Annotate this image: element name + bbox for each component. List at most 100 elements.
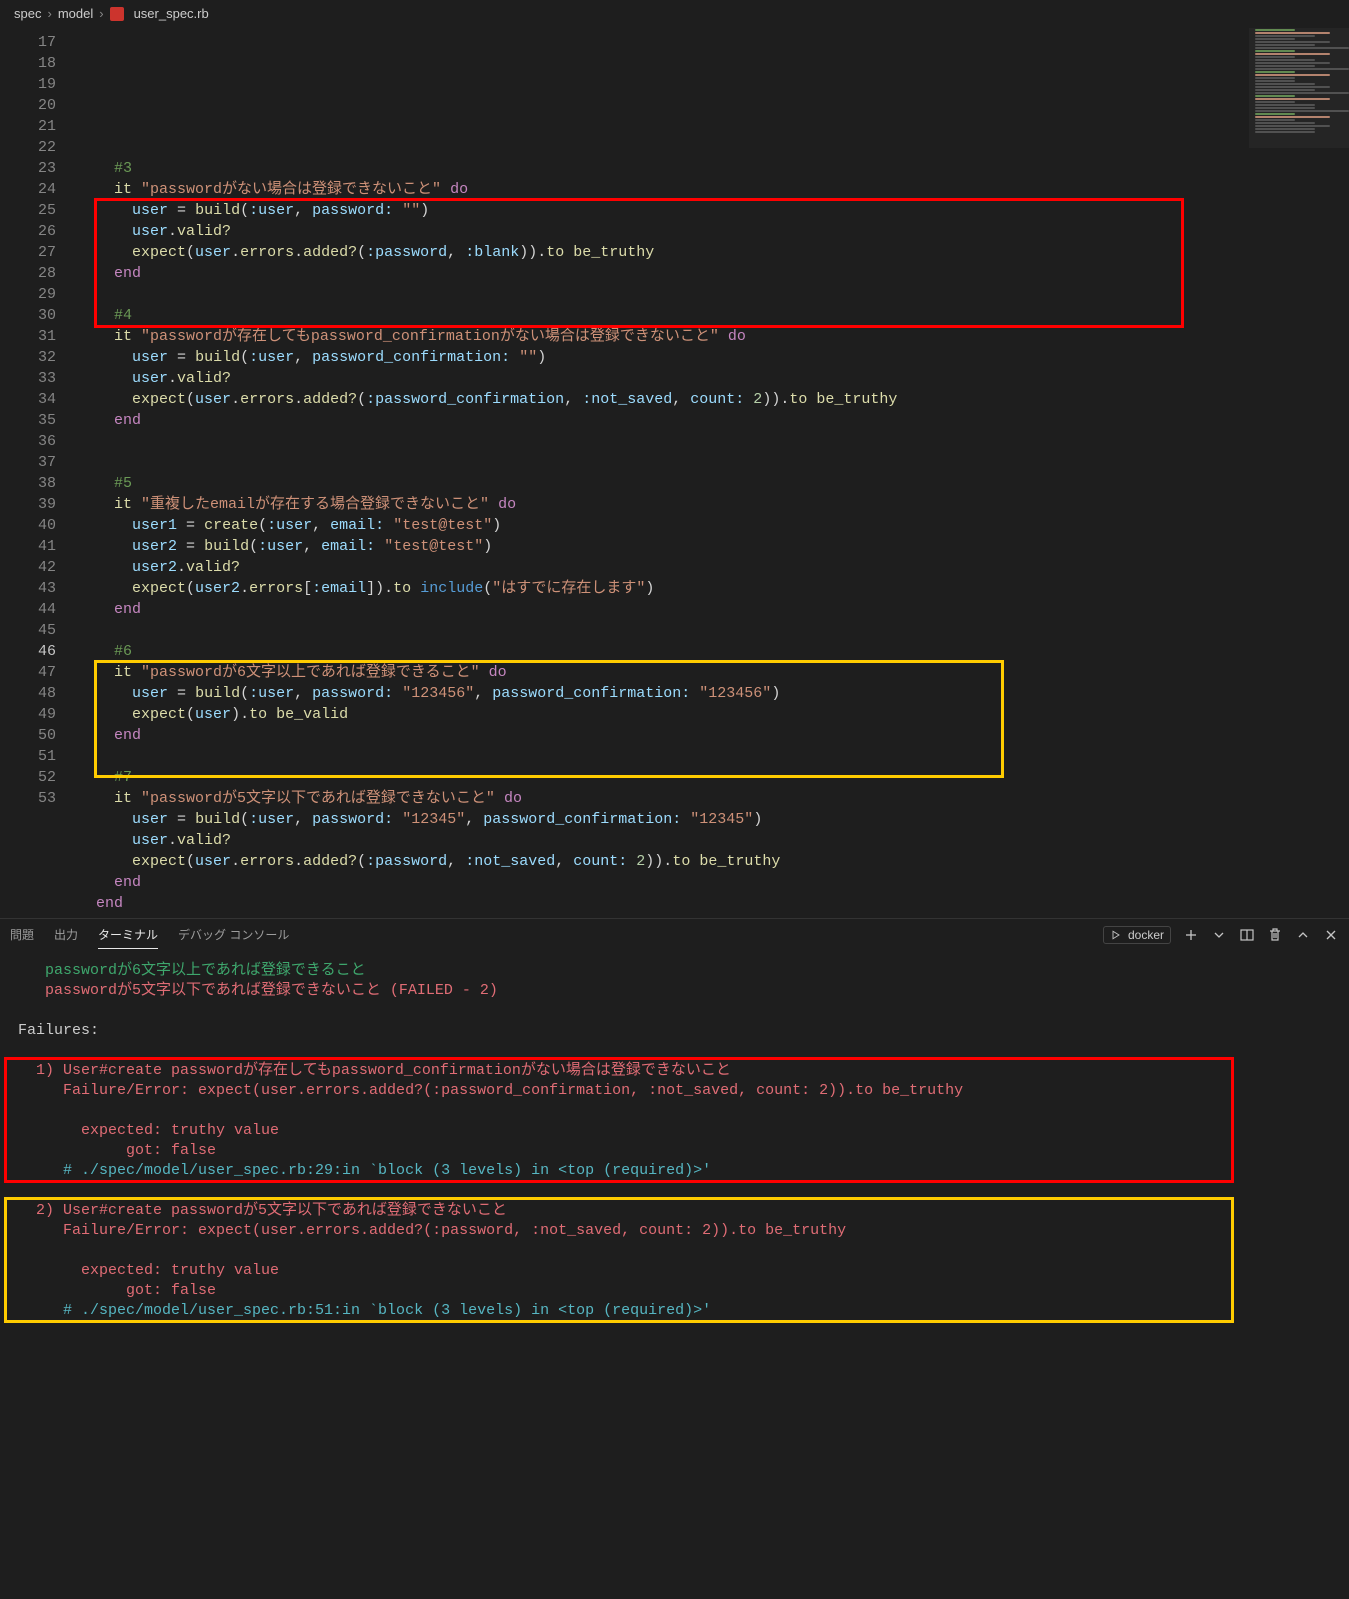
code-line[interactable]: it "passwordが6文字以上であれば登録できること" do [78, 662, 1349, 683]
bottom-panel: 問題 出力 ターミナル デバッグ コンソール docker [0, 918, 1349, 1431]
terminal-shell-selector[interactable]: docker [1103, 926, 1171, 944]
line-number-gutter: 1718192021222324252627282930313233343536… [0, 28, 74, 918]
tab-terminal[interactable]: ターミナル [98, 921, 158, 949]
breadcrumb-seg-model[interactable]: model [58, 6, 93, 21]
line-number: 24 [0, 179, 56, 200]
line-number: 31 [0, 326, 56, 347]
line-number: 50 [0, 725, 56, 746]
code-line[interactable]: end [78, 410, 1349, 431]
line-number: 29 [0, 284, 56, 305]
line-number: 39 [0, 494, 56, 515]
line-number: 28 [0, 263, 56, 284]
code-line[interactable] [78, 452, 1349, 473]
code-area[interactable]: #3 it "passwordがない場合は登録できないこと" do user =… [74, 28, 1349, 918]
line-number: 32 [0, 347, 56, 368]
breadcrumb-seg-file[interactable]: user_spec.rb [134, 6, 209, 21]
code-line[interactable]: it "passwordがない場合は登録できないこと" do [78, 179, 1349, 200]
code-line[interactable]: expect(user).to be_valid [78, 704, 1349, 725]
line-number: 53 [0, 788, 56, 809]
line-number: 41 [0, 536, 56, 557]
line-number: 27 [0, 242, 56, 263]
breadcrumb[interactable]: spec › model › user_spec.rb [0, 0, 1349, 28]
trash-icon[interactable] [1267, 927, 1283, 943]
code-line[interactable]: it "passwordが5文字以下であれば登録できないこと" do [78, 788, 1349, 809]
line-number: 51 [0, 746, 56, 767]
line-number: 18 [0, 53, 56, 74]
code-line[interactable]: it "passwordが存在してもpassword_confirmationが… [78, 326, 1349, 347]
line-number: 38 [0, 473, 56, 494]
line-number: 34 [0, 389, 56, 410]
code-line[interactable] [78, 284, 1349, 305]
code-line[interactable]: user1 = create(:user, email: "test@test"… [78, 515, 1349, 536]
ruby-file-icon [110, 7, 124, 21]
code-line[interactable]: user.valid? [78, 830, 1349, 851]
code-line[interactable]: #6 [78, 641, 1349, 662]
line-number: 23 [0, 158, 56, 179]
terminal-output[interactable]: passwordが6文字以上であれば登録できること passwordが5文字以下… [0, 951, 1349, 1431]
code-line[interactable]: end [78, 263, 1349, 284]
code-line[interactable] [78, 137, 1349, 158]
chevron-up-icon[interactable] [1295, 927, 1311, 943]
code-line[interactable]: user = build(:user, password: "123456", … [78, 683, 1349, 704]
code-line[interactable]: expect(user2.errors[:email]).to include(… [78, 578, 1349, 599]
code-line[interactable]: #7 [78, 767, 1349, 788]
code-line[interactable]: #3 [78, 158, 1349, 179]
code-line[interactable]: user = build(:user, password_confirmatio… [78, 347, 1349, 368]
line-number: 19 [0, 74, 56, 95]
line-number: 46 [0, 641, 56, 662]
split-terminal-icon[interactable] [1239, 927, 1255, 943]
line-number: 44 [0, 599, 56, 620]
code-line[interactable]: end [78, 872, 1349, 893]
code-line[interactable]: end [78, 599, 1349, 620]
code-line[interactable]: user.valid? [78, 221, 1349, 242]
code-line[interactable]: end [78, 725, 1349, 746]
line-number: 33 [0, 368, 56, 389]
chevron-down-icon[interactable] [1211, 927, 1227, 943]
code-line[interactable]: user = build(:user, password: "12345", p… [78, 809, 1349, 830]
tab-problems[interactable]: 問題 [10, 921, 34, 949]
code-line[interactable]: end [78, 893, 1349, 914]
play-icon [1110, 929, 1122, 941]
tab-debug-console[interactable]: デバッグ コンソール [178, 921, 289, 949]
code-line[interactable]: expect(user.errors.added?(:password, :no… [78, 851, 1349, 872]
line-number: 43 [0, 578, 56, 599]
code-line[interactable]: user2.valid? [78, 557, 1349, 578]
code-editor[interactable]: 1718192021222324252627282930313233343536… [0, 28, 1349, 918]
line-number: 49 [0, 704, 56, 725]
minimap-viewport[interactable] [1249, 28, 1349, 148]
line-number: 52 [0, 767, 56, 788]
code-line[interactable]: user.valid? [78, 368, 1349, 389]
breadcrumb-chevron-icon: › [99, 6, 103, 21]
code-line[interactable]: #5 [78, 473, 1349, 494]
code-line[interactable] [78, 620, 1349, 641]
line-number: 35 [0, 410, 56, 431]
breadcrumb-seg-spec[interactable]: spec [14, 6, 41, 21]
code-line[interactable]: user = build(:user, password: "") [78, 200, 1349, 221]
line-number: 37 [0, 452, 56, 473]
code-line[interactable]: user2 = build(:user, email: "test@test") [78, 536, 1349, 557]
close-panel-icon[interactable] [1323, 927, 1339, 943]
terminal-shell-label: docker [1128, 928, 1164, 942]
code-line[interactable] [78, 746, 1349, 767]
code-line[interactable]: expect(user.errors.added?(:password, :bl… [78, 242, 1349, 263]
line-number: 26 [0, 221, 56, 242]
line-number: 22 [0, 137, 56, 158]
line-number: 45 [0, 620, 56, 641]
line-number: 20 [0, 95, 56, 116]
tab-output[interactable]: 出力 [54, 921, 78, 949]
line-number: 30 [0, 305, 56, 326]
app-root: spec › model › user_spec.rb 171819202122… [0, 0, 1349, 1431]
code-line[interactable] [78, 431, 1349, 452]
code-line[interactable]: expect(user.errors.added?(:password_conf… [78, 389, 1349, 410]
code-line[interactable]: it "重複したemailが存在する場合登録できないこと" do [78, 494, 1349, 515]
panel-tabs: 問題 出力 ターミナル デバッグ コンソール docker [0, 919, 1349, 951]
new-terminal-icon[interactable] [1183, 927, 1199, 943]
breadcrumb-chevron-icon: › [47, 6, 51, 21]
line-number: 36 [0, 431, 56, 452]
line-number: 40 [0, 515, 56, 536]
terminal-text: passwordが6文字以上であれば登録できること passwordが5文字以下… [18, 961, 1349, 1321]
line-number: 42 [0, 557, 56, 578]
line-number: 47 [0, 662, 56, 683]
minimap[interactable] [1249, 28, 1349, 918]
code-line[interactable]: #4 [78, 305, 1349, 326]
